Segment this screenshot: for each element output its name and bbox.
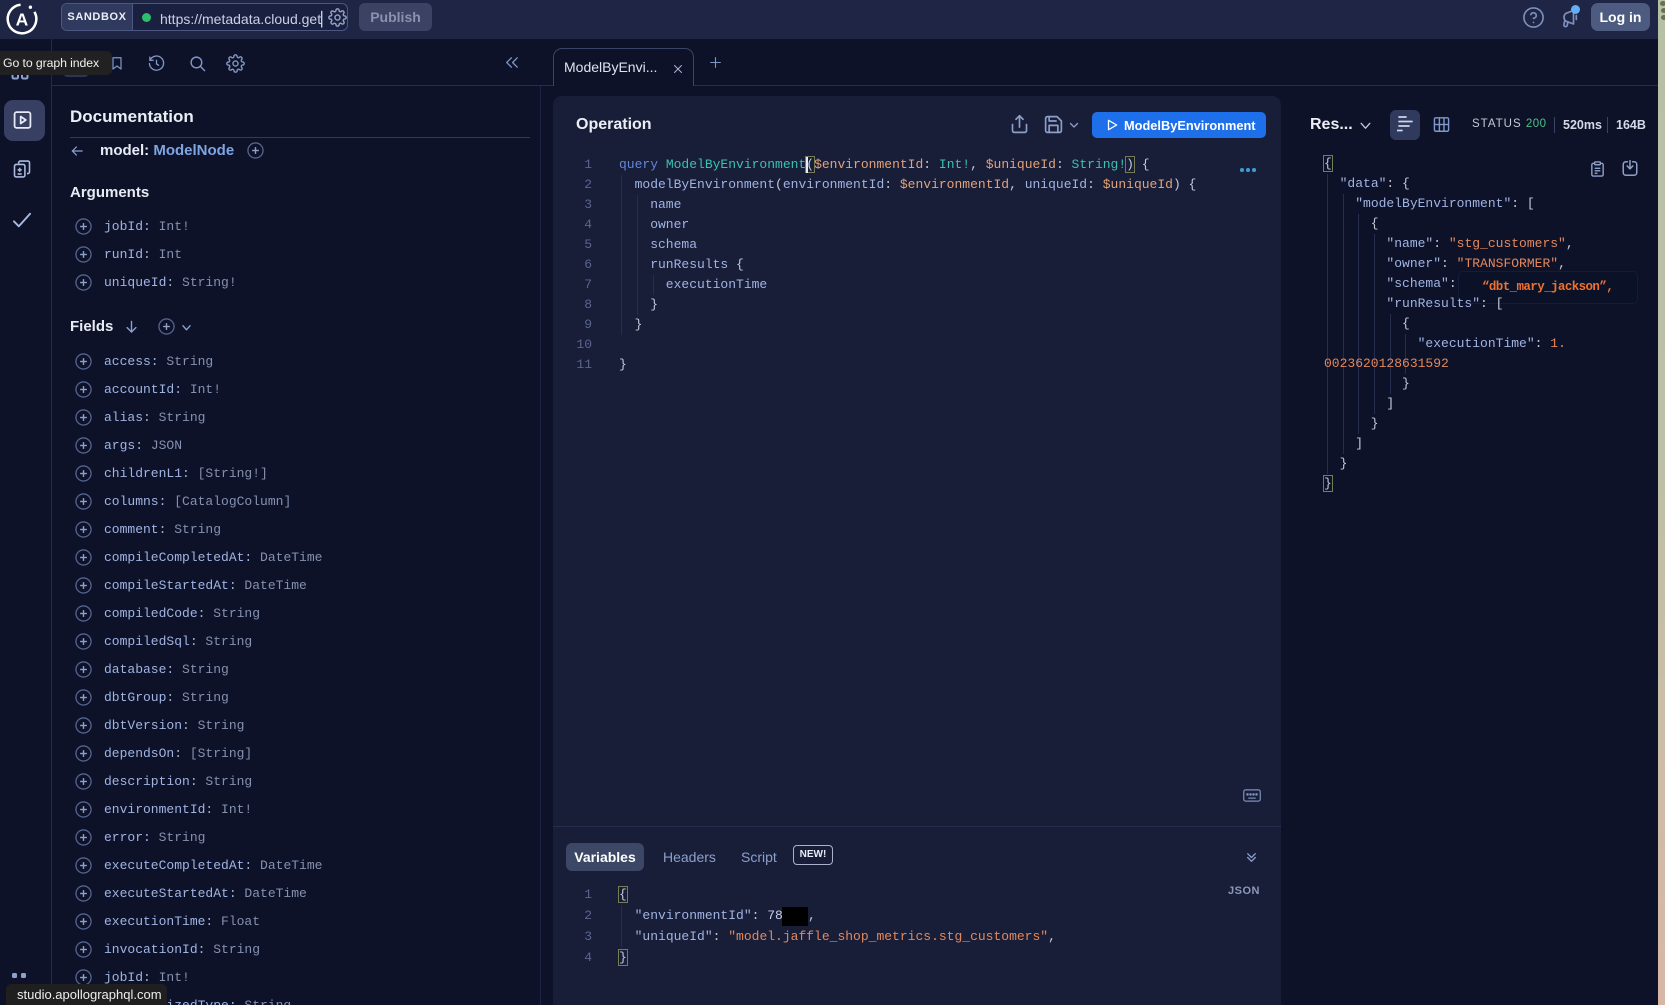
svg-text:A: A — [16, 10, 29, 30]
